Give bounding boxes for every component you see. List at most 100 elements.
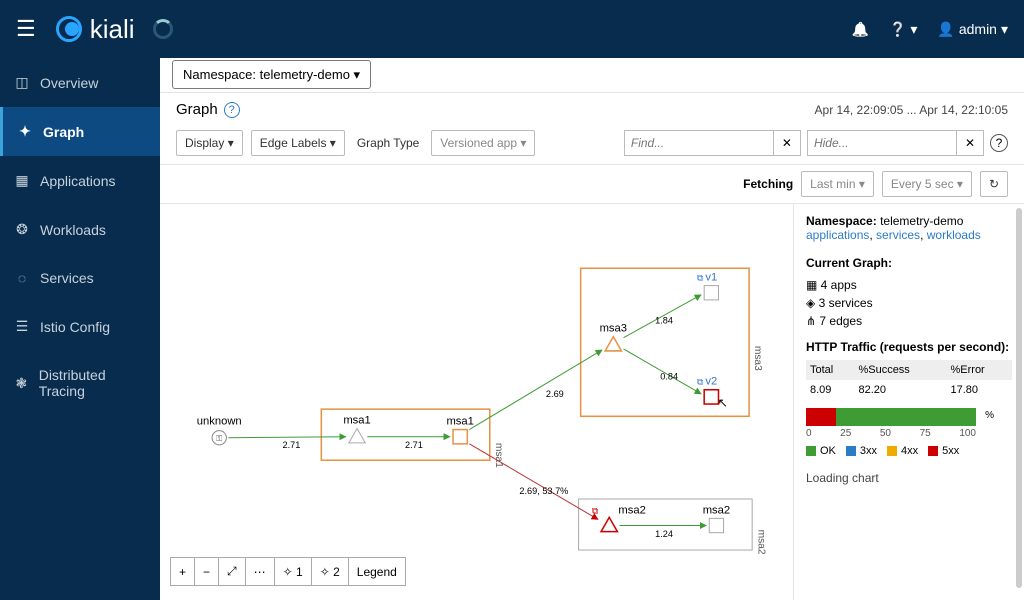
- sidebar-item-graph[interactable]: ✦ Graph: [0, 107, 160, 156]
- edge-label-e5: 0.84: [660, 372, 678, 382]
- group-msa3[interactable]: [581, 268, 749, 416]
- stat-apps: ▦ 4 apps: [806, 276, 1012, 294]
- node-msa2-service[interactable]: [709, 518, 723, 532]
- edge-unknown-msa1[interactable]: [228, 437, 345, 438]
- graph-icon: ✦: [17, 123, 33, 140]
- edge-label-e1: 2.71: [283, 440, 301, 450]
- layout-default-button[interactable]: ⋯: [246, 558, 275, 585]
- user-name: admin: [959, 21, 997, 37]
- hide-input[interactable]: [807, 130, 957, 156]
- istio-config-icon: ☰: [14, 318, 30, 335]
- edge-msa1-msa3[interactable]: [469, 350, 602, 430]
- sidebar-item-overview[interactable]: ◫Overview: [0, 58, 160, 107]
- clear-hide-button[interactable]: ✕: [957, 130, 984, 156]
- node-msa3-service[interactable]: [605, 337, 621, 351]
- help-icon[interactable]: ?: [224, 102, 240, 118]
- refresh-interval-dropdown[interactable]: Every 5 sec ▾: [882, 171, 972, 197]
- graph-toolbar: + − ⤢ ⋯ ✧ 1 ✧ 2 Legend: [170, 557, 406, 586]
- loading-spinner-icon: [153, 19, 173, 39]
- graph-type-dropdown[interactable]: Versioned app ▾: [431, 130, 535, 156]
- clear-find-button[interactable]: ✕: [774, 130, 801, 156]
- node-label-v1: v1: [705, 272, 717, 284]
- namespace-label: Namespace:: [183, 67, 256, 82]
- loading-chart-label: Loading chart: [806, 471, 1012, 485]
- legend-ok: OK: [806, 445, 836, 457]
- namespace-value: telemetry-demo: [260, 67, 350, 82]
- time-range: Apr 14, 22:09:05 ... Apr 14, 22:10:05: [815, 103, 1008, 117]
- legend-4xx: 4xx: [887, 445, 918, 457]
- legend-3xx: 3xx: [846, 445, 877, 457]
- sidebar-item-workloads[interactable]: ❂Workloads: [0, 205, 160, 254]
- zoom-fit-button[interactable]: ⤢: [219, 558, 246, 585]
- node-v1[interactable]: [704, 286, 718, 300]
- node-label-msa3-service: msa3: [600, 323, 627, 335]
- link-workloads[interactable]: workloads: [927, 228, 981, 242]
- sidebar-item-label: Istio Config: [40, 319, 110, 335]
- workloads-icon: ❂: [14, 221, 30, 238]
- col-total: Total: [806, 360, 854, 380]
- sidebar-item-applications[interactable]: ▦Applications: [0, 156, 160, 205]
- help-menu[interactable]: ❔ ▾: [889, 21, 917, 38]
- user-menu[interactable]: 👤 admin ▾: [937, 21, 1008, 38]
- link-applications[interactable]: applications: [806, 228, 869, 242]
- sidebar-item-istio-config[interactable]: ☰ Istio Config: [0, 302, 160, 351]
- zoom-in-button[interactable]: +: [171, 558, 195, 585]
- svg-text:⧉: ⧉: [697, 377, 704, 387]
- col-error: %Error: [947, 360, 1013, 380]
- axis-tick: 25: [840, 428, 851, 439]
- cursor-icon: ↖: [717, 396, 727, 410]
- legend-5xx: 5xx: [928, 445, 959, 457]
- axis-tick: 75: [920, 428, 931, 439]
- edge-labels-dropdown[interactable]: Edge Labels ▾: [251, 130, 345, 156]
- stat-services: ◈ 3 services: [806, 294, 1012, 312]
- sidebar-item-services[interactable]: ◌Services: [0, 254, 160, 302]
- svg-text:⧉: ⧉: [592, 505, 599, 515]
- applications-icon: ▦: [14, 172, 30, 189]
- edge-label-e2: 2.71: [405, 440, 423, 450]
- display-dropdown[interactable]: Display ▾: [176, 130, 243, 156]
- namespace-selector[interactable]: Namespace: telemetry-demo ▾: [172, 60, 371, 89]
- overview-icon: ◫: [14, 74, 30, 91]
- node-label-msa2-workload: msa2: [618, 504, 645, 516]
- fetching-label: Fetching: [743, 177, 793, 191]
- sidebar: ◫Overview ✦ Graph ▦Applications ❂Workload…: [0, 58, 160, 600]
- logo-icon: [56, 16, 82, 42]
- brand-text: kiali: [90, 14, 135, 45]
- node-label-v2: v2: [705, 376, 717, 388]
- layout-2-button[interactable]: ✧ 2: [312, 558, 349, 585]
- duration-dropdown[interactable]: Last min ▾: [801, 171, 874, 197]
- notifications-icon[interactable]: [852, 21, 869, 38]
- sidebar-item-label: Graph: [43, 124, 84, 140]
- services-icon: ◌: [14, 270, 30, 286]
- axis-tick: 100: [959, 428, 976, 439]
- graph-canvas[interactable]: msa1 msa3 msa2 unknown ⚿ msa1: [160, 204, 794, 600]
- hamburger-icon[interactable]: ☰: [16, 16, 36, 42]
- scrollbar[interactable]: [1016, 208, 1022, 588]
- sidebar-item-distributed-tracing[interactable]: ❃Distributed Tracing: [0, 351, 160, 415]
- node-label-unknown: unknown: [197, 415, 242, 427]
- http-traffic-table: Total%Success%Error 8.0982.2017.80: [806, 360, 1012, 400]
- link-services[interactable]: services: [876, 228, 920, 242]
- edge-msa1-msa2[interactable]: [469, 444, 598, 520]
- refresh-button[interactable]: ↻: [980, 171, 1008, 197]
- node-msa1-service[interactable]: [349, 429, 365, 443]
- panel-namespace-value: telemetry-demo: [880, 214, 963, 228]
- current-graph-heading: Current Graph:: [806, 256, 1012, 270]
- panel-namespace-label: Namespace:: [806, 214, 877, 228]
- find-help-icon[interactable]: ?: [990, 134, 1008, 152]
- node-msa1-workload[interactable]: [453, 430, 467, 444]
- node-v2[interactable]: [704, 390, 718, 404]
- zoom-out-button[interactable]: −: [195, 558, 219, 585]
- tracing-icon: ❃: [14, 375, 29, 392]
- node-msa2-workload[interactable]: [601, 517, 617, 531]
- legend-button[interactable]: Legend: [349, 558, 405, 585]
- layout-1-button[interactable]: ✧ 1: [275, 558, 312, 585]
- bar-segment-error: [806, 408, 836, 426]
- bar-percent-label: %: [985, 410, 994, 421]
- traffic-bar-chart: % 0 25 50 75 100 OK 3xx 4xx 5xx: [806, 408, 1012, 457]
- find-input[interactable]: [624, 130, 774, 156]
- val-total: 8.09: [806, 380, 854, 400]
- node-label-msa2-service: msa2: [703, 504, 730, 516]
- group-label-msa3: msa3: [752, 346, 763, 371]
- svg-text:⧉: ⧉: [697, 273, 704, 283]
